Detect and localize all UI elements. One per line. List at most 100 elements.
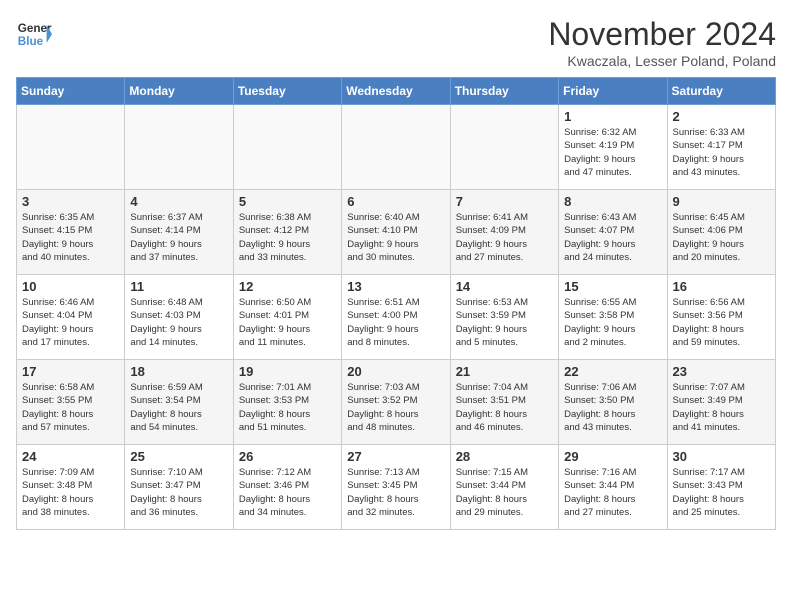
calendar-cell: 24 Sunrise: 7:09 AM Sunset: 3:48 PM Dayli… <box>17 445 125 530</box>
calendar-header-row: SundayMondayTuesdayWednesdayThursdayFrid… <box>17 78 776 105</box>
day-number: 17 <box>22 364 119 379</box>
day-info: Sunrise: 6:38 AM Sunset: 4:12 PM Dayligh… <box>239 211 336 264</box>
day-info: Sunrise: 6:53 AM Sunset: 3:59 PM Dayligh… <box>456 296 553 349</box>
day-number: 14 <box>456 279 553 294</box>
day-info: Sunrise: 7:09 AM Sunset: 3:48 PM Dayligh… <box>22 466 119 519</box>
calendar-cell <box>342 105 450 190</box>
svg-text:Blue: Blue <box>18 35 44 48</box>
calendar-cell <box>450 105 558 190</box>
day-info: Sunrise: 7:10 AM Sunset: 3:47 PM Dayligh… <box>130 466 227 519</box>
day-info: Sunrise: 6:33 AM Sunset: 4:17 PM Dayligh… <box>673 126 770 179</box>
day-info: Sunrise: 6:40 AM Sunset: 4:10 PM Dayligh… <box>347 211 444 264</box>
day-info: Sunrise: 6:48 AM Sunset: 4:03 PM Dayligh… <box>130 296 227 349</box>
column-header-tuesday: Tuesday <box>233 78 341 105</box>
calendar-cell: 20 Sunrise: 7:03 AM Sunset: 3:52 PM Dayli… <box>342 360 450 445</box>
day-number: 7 <box>456 194 553 209</box>
day-number: 22 <box>564 364 661 379</box>
day-number: 26 <box>239 449 336 464</box>
day-info: Sunrise: 7:07 AM Sunset: 3:49 PM Dayligh… <box>673 381 770 434</box>
day-number: 16 <box>673 279 770 294</box>
calendar-cell: 16Sunrise: 6:56 AM Sunset: 3:56 PM Dayli… <box>667 275 775 360</box>
calendar-week-1: 1 Sunrise: 6:32 AM Sunset: 4:19 PM Daylig… <box>17 105 776 190</box>
calendar-cell: 4 Sunrise: 6:37 AM Sunset: 4:14 PM Daylig… <box>125 190 233 275</box>
day-number: 6 <box>347 194 444 209</box>
day-number: 27 <box>347 449 444 464</box>
day-number: 29 <box>564 449 661 464</box>
column-header-saturday: Saturday <box>667 78 775 105</box>
calendar-cell: 26 Sunrise: 7:12 AM Sunset: 3:46 PM Dayli… <box>233 445 341 530</box>
column-header-wednesday: Wednesday <box>342 78 450 105</box>
day-info: Sunrise: 6:32 AM Sunset: 4:19 PM Dayligh… <box>564 126 661 179</box>
calendar-table: SundayMondayTuesdayWednesdayThursdayFrid… <box>16 77 776 530</box>
location-subtitle: Kwaczala, Lesser Poland, Poland <box>548 53 776 69</box>
calendar-cell: 25 Sunrise: 7:10 AM Sunset: 3:47 PM Dayli… <box>125 445 233 530</box>
column-header-friday: Friday <box>559 78 667 105</box>
calendar-week-2: 3 Sunrise: 6:35 AM Sunset: 4:15 PM Daylig… <box>17 190 776 275</box>
logo-icon: General Blue <box>16 16 52 52</box>
day-number: 30 <box>673 449 770 464</box>
page-header: General Blue November 2024 Kwaczala, Les… <box>16 16 776 69</box>
day-number: 8 <box>564 194 661 209</box>
day-info: Sunrise: 6:59 AM Sunset: 3:54 PM Dayligh… <box>130 381 227 434</box>
calendar-cell: 29 Sunrise: 7:16 AM Sunset: 3:44 PM Dayli… <box>559 445 667 530</box>
day-number: 25 <box>130 449 227 464</box>
calendar-week-3: 10Sunrise: 6:46 AM Sunset: 4:04 PM Dayli… <box>17 275 776 360</box>
calendar-cell: 12Sunrise: 6:50 AM Sunset: 4:01 PM Dayli… <box>233 275 341 360</box>
calendar-cell: 5 Sunrise: 6:38 AM Sunset: 4:12 PM Daylig… <box>233 190 341 275</box>
day-info: Sunrise: 7:12 AM Sunset: 3:46 PM Dayligh… <box>239 466 336 519</box>
day-number: 23 <box>673 364 770 379</box>
calendar-cell: 15 Sunrise: 6:55 AM Sunset: 3:58 PM Dayli… <box>559 275 667 360</box>
day-number: 11 <box>130 279 227 294</box>
day-info: Sunrise: 7:17 AM Sunset: 3:43 PM Dayligh… <box>673 466 770 519</box>
calendar-cell: 30 Sunrise: 7:17 AM Sunset: 3:43 PM Dayli… <box>667 445 775 530</box>
day-info: Sunrise: 6:37 AM Sunset: 4:14 PM Dayligh… <box>130 211 227 264</box>
day-info: Sunrise: 7:06 AM Sunset: 3:50 PM Dayligh… <box>564 381 661 434</box>
column-header-thursday: Thursday <box>450 78 558 105</box>
calendar-cell <box>125 105 233 190</box>
calendar-cell: 17 Sunrise: 6:58 AM Sunset: 3:55 PM Dayli… <box>17 360 125 445</box>
calendar-cell: 18Sunrise: 6:59 AM Sunset: 3:54 PM Dayli… <box>125 360 233 445</box>
day-number: 20 <box>347 364 444 379</box>
day-info: Sunrise: 6:55 AM Sunset: 3:58 PM Dayligh… <box>564 296 661 349</box>
calendar-cell: 2Sunrise: 6:33 AM Sunset: 4:17 PM Daylig… <box>667 105 775 190</box>
calendar-cell: 27 Sunrise: 7:13 AM Sunset: 3:45 PM Dayli… <box>342 445 450 530</box>
day-info: Sunrise: 6:51 AM Sunset: 4:00 PM Dayligh… <box>347 296 444 349</box>
calendar-cell: 1 Sunrise: 6:32 AM Sunset: 4:19 PM Daylig… <box>559 105 667 190</box>
day-info: Sunrise: 7:16 AM Sunset: 3:44 PM Dayligh… <box>564 466 661 519</box>
calendar-cell: 3 Sunrise: 6:35 AM Sunset: 4:15 PM Daylig… <box>17 190 125 275</box>
column-header-monday: Monday <box>125 78 233 105</box>
calendar-cell: 22 Sunrise: 7:06 AM Sunset: 3:50 PM Dayli… <box>559 360 667 445</box>
day-number: 5 <box>239 194 336 209</box>
day-info: Sunrise: 6:41 AM Sunset: 4:09 PM Dayligh… <box>456 211 553 264</box>
title-block: November 2024 Kwaczala, Lesser Poland, P… <box>548 16 776 69</box>
day-number: 4 <box>130 194 227 209</box>
day-number: 10 <box>22 279 119 294</box>
day-number: 19 <box>239 364 336 379</box>
day-info: Sunrise: 7:03 AM Sunset: 3:52 PM Dayligh… <box>347 381 444 434</box>
day-info: Sunrise: 6:35 AM Sunset: 4:15 PM Dayligh… <box>22 211 119 264</box>
calendar-cell: 10Sunrise: 6:46 AM Sunset: 4:04 PM Dayli… <box>17 275 125 360</box>
day-info: Sunrise: 7:01 AM Sunset: 3:53 PM Dayligh… <box>239 381 336 434</box>
day-info: Sunrise: 6:58 AM Sunset: 3:55 PM Dayligh… <box>22 381 119 434</box>
calendar-cell: 6 Sunrise: 6:40 AM Sunset: 4:10 PM Daylig… <box>342 190 450 275</box>
logo: General Blue <box>16 16 52 52</box>
day-info: Sunrise: 6:43 AM Sunset: 4:07 PM Dayligh… <box>564 211 661 264</box>
day-info: Sunrise: 7:13 AM Sunset: 3:45 PM Dayligh… <box>347 466 444 519</box>
day-number: 15 <box>564 279 661 294</box>
calendar-body: 1 Sunrise: 6:32 AM Sunset: 4:19 PM Daylig… <box>17 105 776 530</box>
day-number: 24 <box>22 449 119 464</box>
day-number: 1 <box>564 109 661 124</box>
calendar-cell: 21Sunrise: 7:04 AM Sunset: 3:51 PM Dayli… <box>450 360 558 445</box>
calendar-cell: 23 Sunrise: 7:07 AM Sunset: 3:49 PM Dayli… <box>667 360 775 445</box>
day-info: Sunrise: 7:15 AM Sunset: 3:44 PM Dayligh… <box>456 466 553 519</box>
day-number: 21 <box>456 364 553 379</box>
day-number: 28 <box>456 449 553 464</box>
calendar-cell: 14 Sunrise: 6:53 AM Sunset: 3:59 PM Dayli… <box>450 275 558 360</box>
calendar-cell <box>233 105 341 190</box>
calendar-cell <box>17 105 125 190</box>
calendar-cell: 19 Sunrise: 7:01 AM Sunset: 3:53 PM Dayli… <box>233 360 341 445</box>
day-number: 13 <box>347 279 444 294</box>
calendar-cell: 9Sunrise: 6:45 AM Sunset: 4:06 PM Daylig… <box>667 190 775 275</box>
day-number: 3 <box>22 194 119 209</box>
day-info: Sunrise: 6:50 AM Sunset: 4:01 PM Dayligh… <box>239 296 336 349</box>
